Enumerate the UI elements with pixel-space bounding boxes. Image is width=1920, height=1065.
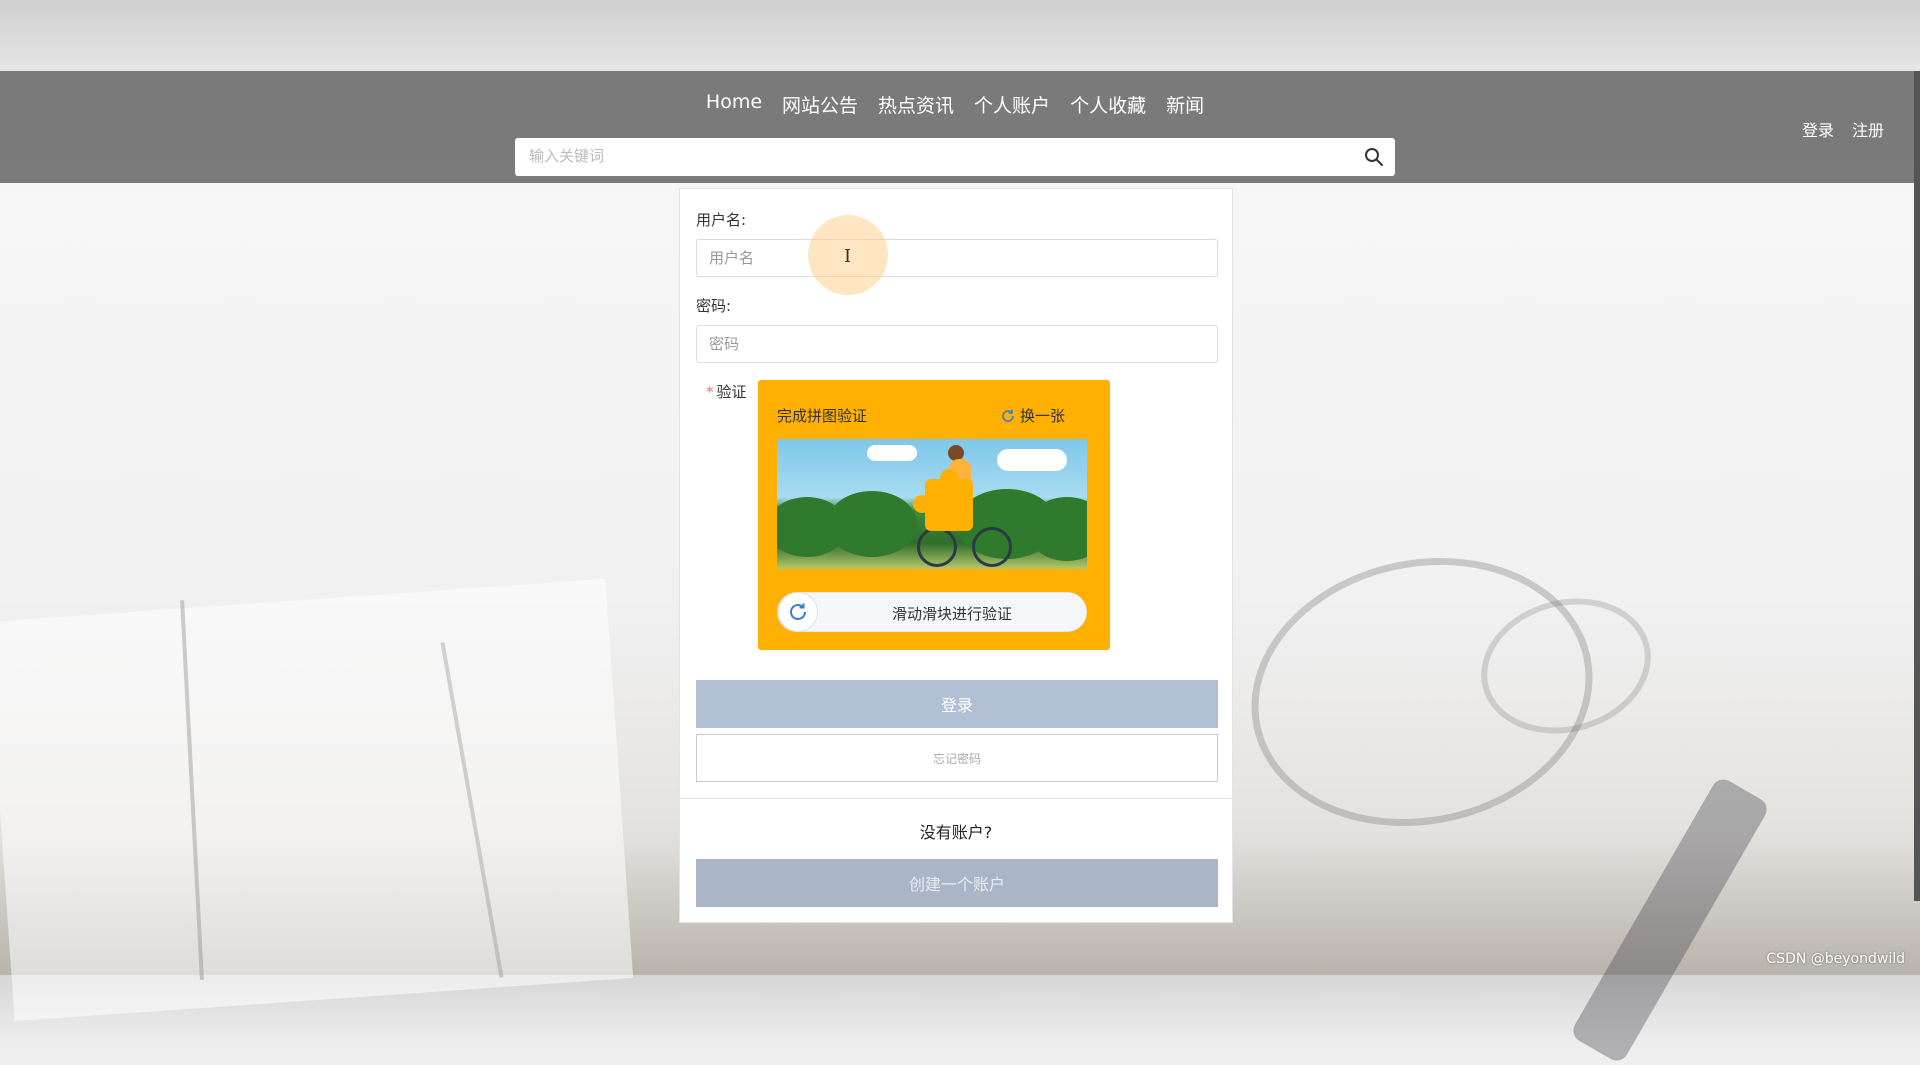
header-login-link[interactable]: 登录 [1802, 117, 1834, 141]
background-line [180, 600, 204, 980]
captcha-slider: 滑动滑块进行验证 [777, 592, 1087, 632]
nav-home[interactable]: Home [706, 91, 762, 118]
required-mark: * [706, 383, 714, 401]
background-pen [1569, 775, 1771, 1065]
password-input[interactable] [696, 325, 1218, 363]
search-bar [515, 138, 1395, 176]
captcha-title: 完成拼图验证 [777, 407, 868, 425]
username-input[interactable] [696, 239, 1218, 277]
login-card: 用户名: I 密码: *验证 完成拼图验证 换一张 滑动滑块进 [679, 188, 1233, 923]
main-nav: Home 网站公告 热点资讯 个人账户 个人收藏 新闻 [0, 91, 1910, 118]
captcha-panel: 完成拼图验证 换一张 滑动滑块进行验证 [758, 380, 1110, 650]
login-button[interactable]: 登录 [696, 680, 1218, 728]
header-register-link[interactable]: 注册 [1852, 117, 1884, 141]
captcha-refresh-button[interactable]: 换一张 [1000, 405, 1065, 426]
background-top [0, 0, 1920, 72]
captcha-refresh-label: 换一张 [1019, 407, 1065, 425]
no-account-text: 没有账户? [919, 823, 993, 842]
slider-text: 滑动滑块进行验证 [891, 605, 1012, 623]
refresh-icon [790, 603, 806, 620]
verify-label-text: 验证 [716, 383, 747, 401]
watermark: CSDN @beyondwild [1766, 951, 1905, 967]
slider-handle[interactable] [778, 592, 818, 632]
verify-label: * 验证 [706, 381, 747, 402]
nav-announcements[interactable]: 网站公告 [782, 91, 858, 118]
puzzle-piece-slot [913, 469, 973, 531]
background-paper [0, 578, 634, 1022]
site-header: Home 网站公告 热点资讯 个人账户 个人收藏 新闻 登录 注册 [0, 71, 1920, 183]
divider [680, 798, 1232, 799]
scrollbar[interactable] [1914, 71, 1920, 901]
search-icon[interactable] [1363, 146, 1385, 168]
password-label: 密码: [696, 297, 732, 315]
background-line [440, 642, 504, 978]
nav-news[interactable]: 新闻 [1166, 91, 1204, 118]
text-cursor-icon: I [844, 246, 852, 267]
captcha-image [777, 439, 1087, 569]
username-label: 用户名: [696, 211, 747, 229]
refresh-icon [1002, 409, 1014, 422]
auth-links: 登录 注册 [1802, 117, 1884, 141]
nav-account[interactable]: 个人账户 [974, 91, 1050, 118]
forgot-password-button[interactable]: 忘记密码 [696, 734, 1218, 782]
background-glasses [1465, 579, 1667, 753]
nav-hot-news[interactable]: 热点资讯 [878, 91, 954, 118]
search-input[interactable] [515, 138, 1363, 174]
create-account-button[interactable]: 创建一个账户 [696, 859, 1218, 907]
nav-favorites[interactable]: 个人收藏 [1070, 91, 1146, 118]
background-glasses [1226, 527, 1618, 857]
